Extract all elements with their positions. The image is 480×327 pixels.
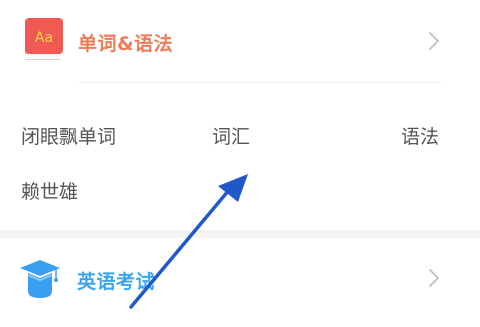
link-grammar[interactable]: 语法 (401, 122, 439, 149)
chevron-right-icon[interactable] (427, 267, 441, 289)
divider (78, 82, 442, 83)
link-lai-shixiong[interactable]: 赖世雄 (21, 177, 78, 204)
vocab-grammar-title: 单词&语法 (78, 33, 174, 55)
book-icon: Aa (24, 16, 64, 62)
vocab-grammar-card: Aa 单词&语法 闭眼飘单词 词汇 语法 赖世雄 (0, 0, 480, 230)
link-vocabulary[interactable]: 词汇 (212, 122, 250, 149)
svg-text:Aa: Aa (35, 30, 53, 46)
link-close-eye-words[interactable]: 闭眼飘单词 (21, 122, 116, 149)
english-exam-title: 英语考试 (77, 271, 156, 293)
chevron-right-icon[interactable] (427, 30, 441, 52)
graduation-cap-icon (19, 257, 61, 299)
english-exam-card[interactable]: 英语考试 (0, 238, 480, 327)
